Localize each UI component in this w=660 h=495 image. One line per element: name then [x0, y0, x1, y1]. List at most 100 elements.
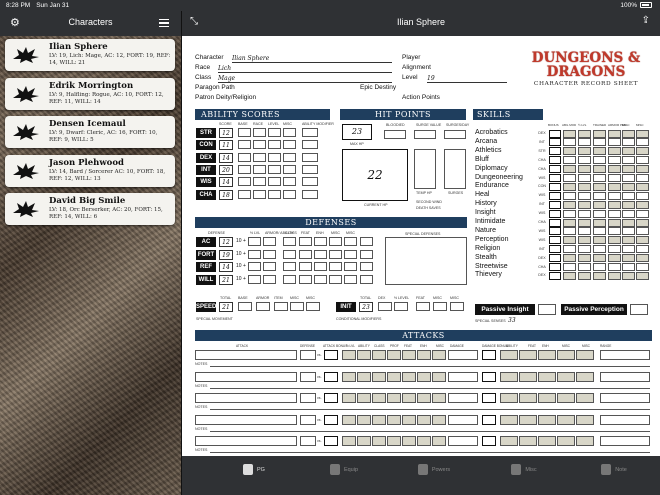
defense-component-field[interactable] — [360, 249, 373, 259]
attack-bonus-field[interactable] — [324, 393, 338, 403]
skill-bonus-field[interactable] — [549, 254, 561, 263]
attack-component-field[interactable] — [372, 371, 386, 382]
ability-component-field[interactable] — [268, 152, 281, 162]
skill-component-field[interactable] — [622, 156, 635, 165]
ability-modifier-field[interactable] — [302, 128, 318, 137]
skill-component-field[interactable] — [622, 227, 635, 236]
skill-component-field[interactable] — [622, 138, 635, 147]
attack-bonus-field[interactable] — [324, 414, 338, 425]
current-hp-value[interactable]: 22 — [342, 149, 408, 201]
skill-component-field[interactable] — [593, 138, 606, 147]
speed-component-field[interactable] — [306, 302, 320, 311]
ability-component-field[interactable] — [283, 128, 296, 137]
surge-value-field[interactable] — [414, 130, 436, 139]
class-field[interactable]: Mage — [218, 75, 392, 83]
skill-component-field[interactable] — [636, 263, 649, 271]
skill-component-field[interactable] — [622, 200, 635, 209]
share-icon[interactable]: ⇪ — [642, 15, 650, 26]
defense-component-field[interactable] — [329, 274, 342, 284]
attack-component-field[interactable] — [432, 436, 446, 446]
attack-component-field[interactable] — [432, 414, 446, 425]
skill-component-field[interactable] — [578, 254, 591, 263]
defense-component-field[interactable] — [314, 237, 327, 246]
ability-component-field[interactable] — [253, 128, 266, 137]
range-field[interactable] — [600, 393, 650, 403]
skill-component-field[interactable] — [578, 227, 591, 236]
attack-component-field[interactable] — [372, 350, 386, 360]
attack-component-field[interactable] — [342, 371, 356, 382]
damage-component-field[interactable] — [500, 393, 518, 403]
defense-component-field[interactable] — [283, 274, 296, 284]
character-card[interactable]: Jason Plehwood LV: 14, Bard / Sorcerer AC… — [5, 154, 175, 187]
character-card[interactable]: David Big Smile LV: 18, Orc Berserker, AC… — [5, 193, 175, 225]
damage-component-field[interactable] — [519, 414, 537, 425]
tab-equip[interactable]: Equip — [314, 464, 374, 475]
skill-bonus-field[interactable] — [549, 138, 561, 147]
skill-component-field[interactable] — [636, 200, 649, 209]
damage-bonus-field[interactable] — [482, 393, 496, 403]
defense-component-field[interactable] — [248, 262, 261, 271]
skill-bonus-field[interactable] — [549, 227, 561, 236]
skill-bonus-field[interactable] — [549, 245, 561, 254]
damage-component-field[interactable] — [500, 371, 518, 382]
skill-component-field[interactable] — [578, 209, 591, 218]
damage-field[interactable] — [448, 371, 478, 382]
attack-component-field[interactable] — [417, 350, 431, 360]
defense-component-field[interactable] — [283, 237, 296, 246]
attack-component-field[interactable] — [357, 350, 371, 360]
skill-component-field[interactable] — [608, 209, 621, 218]
skill-component-field[interactable] — [608, 254, 621, 263]
skill-component-field[interactable] — [578, 129, 591, 138]
ability-component-field[interactable] — [283, 152, 296, 162]
init-component-field[interactable] — [433, 302, 447, 311]
damage-component-field[interactable] — [576, 350, 594, 360]
skill-component-field[interactable] — [622, 245, 635, 254]
skill-component-field[interactable] — [563, 245, 576, 254]
defense-component-field[interactable] — [344, 237, 357, 246]
skill-component-field[interactable] — [563, 209, 576, 218]
tab-misc[interactable]: Misc — [494, 464, 554, 475]
defense-component-field[interactable] — [314, 262, 327, 271]
skill-component-field[interactable] — [608, 191, 621, 200]
defense-component-field[interactable] — [344, 274, 357, 284]
skill-component-field[interactable] — [578, 271, 591, 280]
skill-component-field[interactable] — [563, 182, 576, 191]
skill-component-field[interactable] — [593, 209, 606, 218]
attack-bonus-field[interactable] — [324, 436, 338, 446]
skill-component-field[interactable] — [593, 156, 606, 165]
attack-defense-field[interactable] — [300, 414, 316, 425]
defense-component-field[interactable] — [299, 262, 312, 271]
attack-component-field[interactable] — [417, 371, 431, 382]
skill-component-field[interactable] — [563, 218, 576, 227]
skill-component-field[interactable] — [622, 174, 635, 182]
skill-component-field[interactable] — [622, 271, 635, 280]
attack-component-field[interactable] — [387, 350, 401, 360]
defense-component-field[interactable] — [329, 249, 342, 259]
max-hp-value[interactable]: 23 — [342, 124, 372, 140]
skill-component-field[interactable] — [593, 263, 606, 271]
ability-component-field[interactable] — [238, 140, 251, 150]
attack-component-field[interactable] — [357, 414, 371, 425]
damage-component-field[interactable] — [519, 393, 537, 403]
ability-component-field[interactable] — [238, 164, 251, 174]
range-field[interactable] — [600, 350, 650, 360]
ability-component-field[interactable] — [283, 177, 296, 187]
attack-component-field[interactable] — [342, 436, 356, 446]
attack-component-field[interactable] — [342, 350, 356, 360]
skill-component-field[interactable] — [593, 218, 606, 227]
level-field[interactable]: 19 — [427, 75, 507, 83]
skill-component-field[interactable] — [622, 147, 635, 156]
skill-component-field[interactable] — [622, 218, 635, 227]
defense-component-field[interactable] — [248, 249, 261, 259]
attack-component-field[interactable] — [357, 393, 371, 403]
defense-component-field[interactable] — [263, 237, 276, 246]
range-field[interactable] — [600, 414, 650, 425]
skill-component-field[interactable] — [563, 138, 576, 147]
attack-component-field[interactable] — [432, 371, 446, 382]
skill-component-field[interactable] — [608, 263, 621, 271]
skill-component-field[interactable] — [608, 218, 621, 227]
skill-bonus-field[interactable] — [549, 174, 561, 182]
damage-component-field[interactable] — [538, 393, 556, 403]
damage-bonus-field[interactable] — [482, 350, 496, 360]
ability-component-field[interactable] — [253, 189, 266, 199]
